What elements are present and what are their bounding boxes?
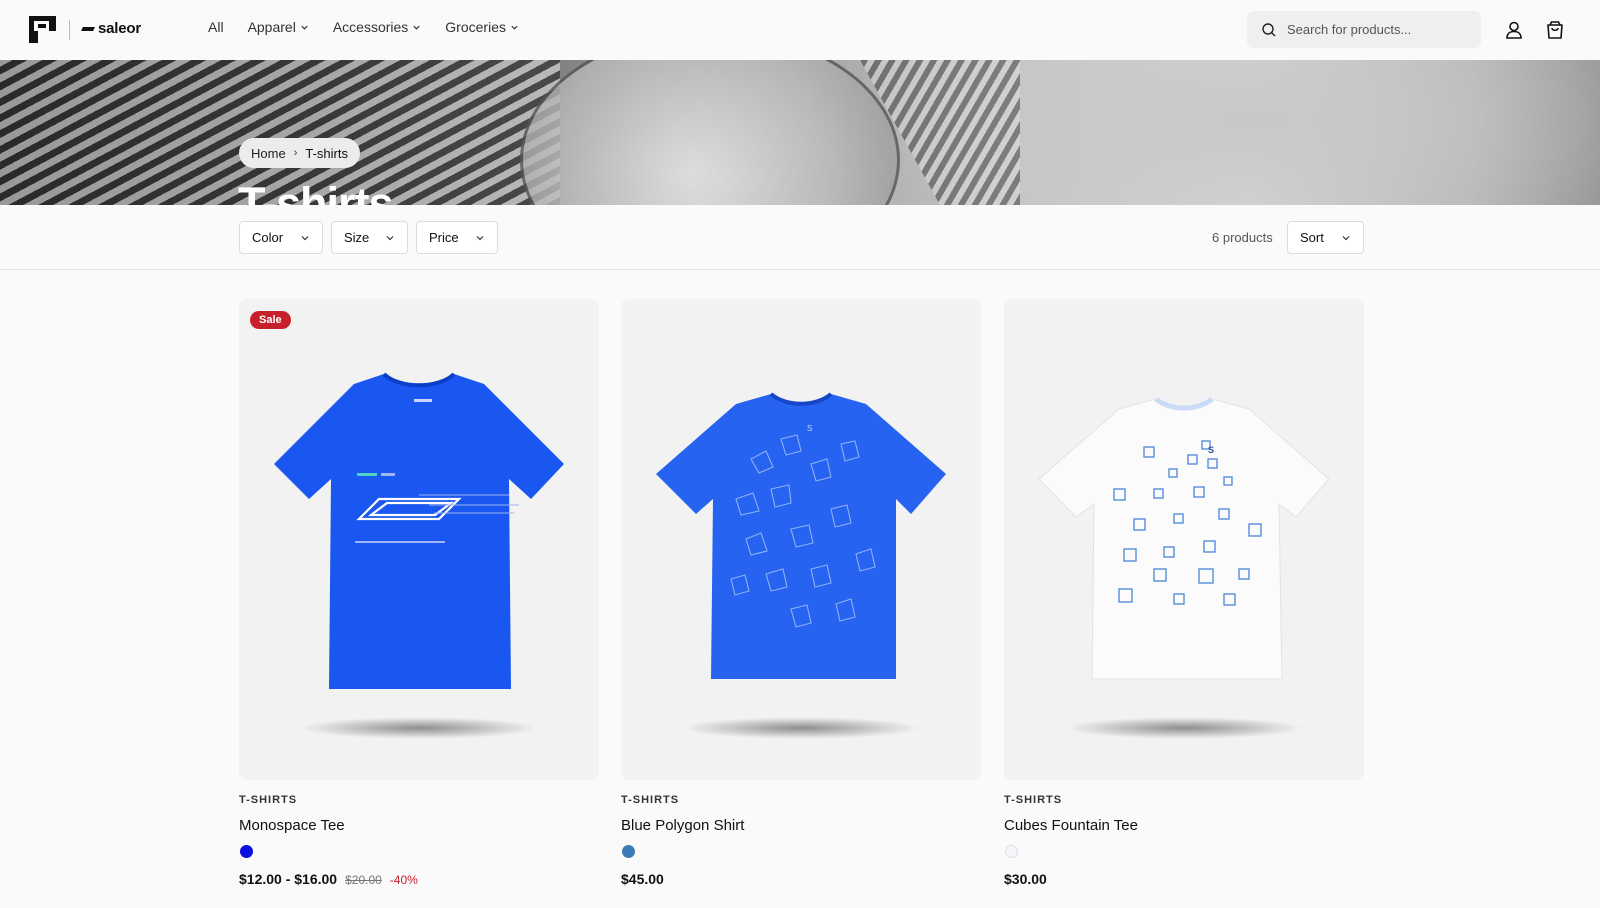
size-filter-label: Size <box>344 230 370 245</box>
logo-divider <box>69 20 70 40</box>
filter-bar: Color Size Price 6 products Sort <box>0 205 1600 270</box>
color-filter-button[interactable]: Color <box>239 221 323 254</box>
color-swatch[interactable] <box>240 845 253 858</box>
search-box[interactable] <box>1247 11 1481 48</box>
chevron-down-icon <box>301 25 308 30</box>
page-title: T-shirts <box>238 178 394 205</box>
shirt-body <box>274 374 564 689</box>
color-filter-label: Color <box>252 230 284 245</box>
saleor-logo[interactable]: saleor <box>81 20 141 37</box>
nav-item-accessories[interactable]: Accessories <box>333 19 421 35</box>
search-input[interactable] <box>1287 22 1467 37</box>
nav-item-groceries[interactable]: Groceries <box>445 19 519 35</box>
svg-text:S: S <box>807 424 812 433</box>
breadcrumb-current: T-shirts <box>305 145 348 161</box>
chevron-down-icon <box>301 235 309 240</box>
tshirt-image: S <box>656 392 946 679</box>
product-category: T-SHIRTS <box>1004 794 1063 806</box>
nav-item-label: All <box>208 19 224 35</box>
original-price: $20.00 <box>345 873 382 887</box>
product-card[interactable]: Sale T-SHIRTS Monospace Tee $12.00 - $16… <box>239 299 599 887</box>
product-shadow <box>681 717 921 739</box>
site-header: saleor All Apparel Accessories Groceries <box>0 0 1600 60</box>
saleor-mark-icon <box>81 26 95 31</box>
category-banner: Home › T-shirts T-shirts <box>0 60 1600 205</box>
price-filter-button[interactable]: Price <box>416 221 498 254</box>
product-price: $12.00 - $16.00 $20.00 -40% <box>239 871 418 887</box>
breadcrumb-separator-icon: › <box>293 147 298 159</box>
product-shadow <box>299 717 539 739</box>
color-swatch[interactable] <box>1005 845 1018 858</box>
sort-button[interactable]: Sort <box>1287 221 1364 254</box>
chevron-down-icon <box>1342 235 1350 240</box>
discount-percent: -40% <box>389 873 418 887</box>
nav-item-label: Apparel <box>247 19 296 35</box>
size-filter-button[interactable]: Size <box>331 221 408 254</box>
breadcrumb-home-link[interactable]: Home <box>251 146 286 161</box>
chevron-down-icon <box>476 235 484 240</box>
breadcrumb: Home › T-shirts <box>239 138 360 168</box>
product-category: T-SHIRTS <box>621 794 680 806</box>
search-icon <box>1262 22 1276 36</box>
store-logo-icon[interactable] <box>29 16 56 43</box>
current-price: $12.00 - $16.00 <box>239 871 338 887</box>
nav-item-label: Accessories <box>332 19 409 35</box>
product-image[interactable]: Sale <box>239 299 599 780</box>
nav-item-label: Groceries <box>445 19 506 35</box>
banner-photo-disc <box>520 60 900 205</box>
product-count: 6 products <box>1212 230 1273 245</box>
cart-icon[interactable] <box>1544 19 1566 41</box>
shirt-body <box>656 394 946 679</box>
user-icon[interactable] <box>1503 19 1525 41</box>
chevron-down-icon <box>386 235 394 240</box>
product-price: $30.00 <box>1004 871 1047 887</box>
svg-text:S: S <box>1208 445 1214 455</box>
product-card[interactable]: S T-SHIRTS Cubes Fountain Tee $30.00 <box>1004 299 1364 887</box>
chevron-down-icon <box>413 25 420 30</box>
product-card[interactable]: S T-SHIRTS Blue Polygon Shirt $45.00 <box>621 299 981 887</box>
product-name[interactable]: Monospace Tee <box>239 817 345 834</box>
tshirt-image: S <box>1038 396 1330 680</box>
color-swatch[interactable] <box>622 845 635 858</box>
sort-label: Sort <box>1300 230 1324 245</box>
product-name[interactable]: Blue Polygon Shirt <box>621 817 744 834</box>
product-price: $45.00 <box>621 871 664 887</box>
current-price: $30.00 <box>1004 871 1047 887</box>
current-price: $45.00 <box>621 871 664 887</box>
shirt-body <box>1038 398 1330 680</box>
product-image[interactable]: S <box>1004 299 1364 780</box>
product-category: T-SHIRTS <box>239 794 298 806</box>
tshirt-image <box>274 372 564 689</box>
nav-item-all[interactable]: All <box>208 19 224 35</box>
main-nav: All Apparel Accessories Groceries <box>208 19 519 35</box>
chevron-down-icon <box>511 25 518 30</box>
product-name[interactable]: Cubes Fountain Tee <box>1004 817 1138 834</box>
product-image[interactable]: S <box>621 299 981 780</box>
product-shadow <box>1064 717 1304 739</box>
nav-item-apparel[interactable]: Apparel <box>248 19 309 35</box>
price-filter-label: Price <box>429 230 459 245</box>
sale-badge: Sale <box>250 311 291 329</box>
saleor-logo-text: saleor <box>98 20 141 37</box>
